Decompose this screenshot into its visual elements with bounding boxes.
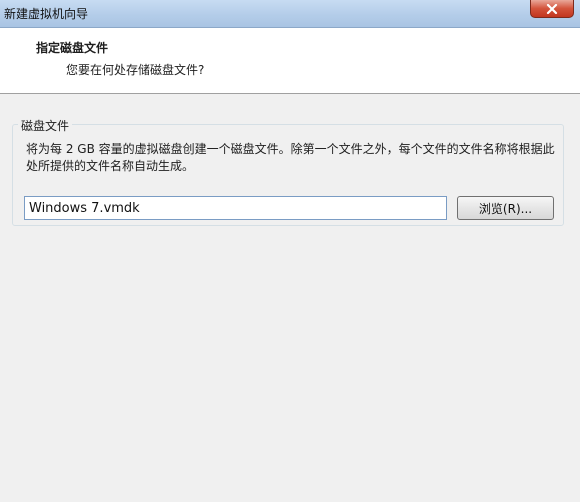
browse-button[interactable]: 浏览(R)...: [457, 196, 554, 220]
header-subtitle: 您要在何处存储磁盘文件?: [66, 63, 205, 77]
wizard-header: 指定磁盘文件 您要在何处存储磁盘文件?: [0, 28, 580, 94]
wizard-content: 磁盘文件 将为每 2 GB 容量的虚拟磁盘创建一个磁盘文件。除第一个文件之外，每…: [0, 95, 580, 502]
window-title: 新建虚拟机向导: [4, 7, 89, 21]
header-title: 指定磁盘文件: [36, 41, 109, 55]
disk-file-group-label: 磁盘文件: [18, 117, 73, 134]
close-button[interactable]: [530, 0, 574, 18]
disk-file-description: 将为每 2 GB 容量的虚拟磁盘创建一个磁盘文件。除第一个文件之外，每个文件的文…: [26, 142, 555, 173]
close-icon: [546, 3, 558, 14]
disk-file-name-input[interactable]: [24, 196, 447, 220]
title-bar[interactable]: 新建虚拟机向导: [0, 0, 580, 28]
